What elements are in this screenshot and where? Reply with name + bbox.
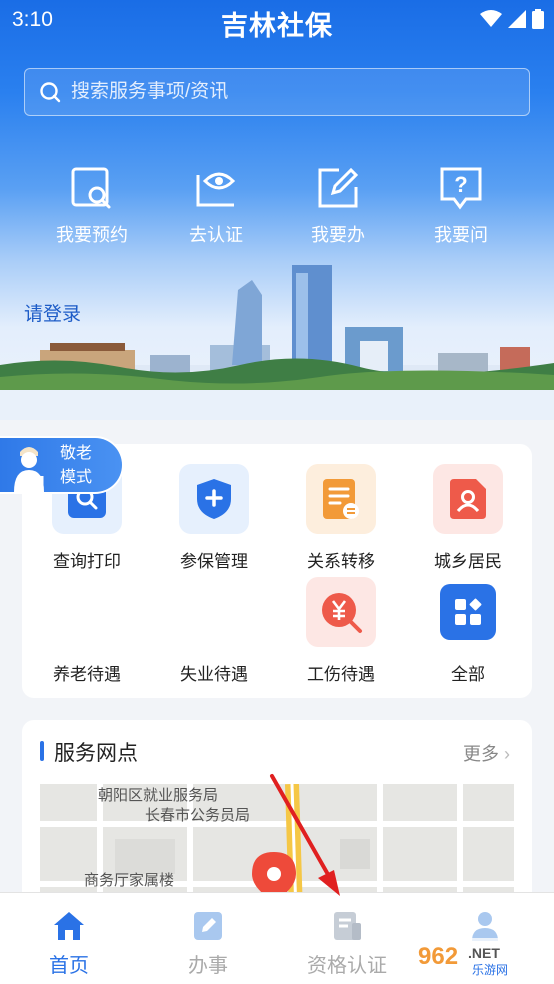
service-relation-transfer[interactable]: 关系转移 xyxy=(281,464,401,572)
service-label: 查询打印 xyxy=(53,552,121,571)
map-label: 长春市公务员局 xyxy=(145,807,251,824)
map-label: 朝阳区就业服务局 xyxy=(98,787,219,804)
quick-action-handle[interactable]: 我要办 xyxy=(278,165,398,247)
quick-action-ask[interactable]: ? 我要问 xyxy=(401,165,521,247)
quick-action-label: 去认证 xyxy=(189,225,243,245)
tab-home[interactable]: 首页 xyxy=(0,893,138,978)
service-points-card: 服务网点 更多 › 朝阳区就业服务局 长春市公务员局 商务厅家属楼 xyxy=(22,720,532,910)
home-icon xyxy=(54,912,84,940)
service-work-injury[interactable]: 工伤待遇 xyxy=(281,577,401,685)
quick-action-verify[interactable]: 去认证 xyxy=(156,165,276,247)
elder-mode-label-1: 敬老 xyxy=(60,445,93,462)
more-label: 更多 xyxy=(462,744,499,764)
service-label: 失业待遇 xyxy=(180,665,248,684)
elder-mode-toggle[interactable]: 敬老 模式 xyxy=(0,436,124,494)
search-calendar-icon xyxy=(71,167,111,209)
login-link[interactable]: 请登录 xyxy=(24,299,81,326)
app-title: 吉林社保 xyxy=(221,11,333,41)
svg-text:962: 962 xyxy=(418,943,458,970)
svg-text:.NET: .NET xyxy=(468,945,500,961)
service-insurance-manage[interactable]: 参保管理 xyxy=(154,464,274,572)
eye-id-icon xyxy=(196,172,236,207)
watermark-graphic: 962 .NET 乐游网 xyxy=(408,938,546,978)
svg-text:乐游网: 乐游网 xyxy=(472,963,508,977)
search-bar[interactable] xyxy=(24,68,530,116)
tab-business[interactable]: 办事 xyxy=(139,893,277,978)
service-points-title: 服务网点 xyxy=(54,742,138,765)
service-label: 城乡居民 xyxy=(434,552,502,571)
service-label: 全部 xyxy=(451,665,485,684)
service-label: 工伤待遇 xyxy=(307,665,375,684)
map-label: 商务厅家属楼 xyxy=(84,872,175,889)
document-card-icon xyxy=(334,912,361,940)
service-label: 关系转移 xyxy=(307,552,375,571)
yen-search-icon xyxy=(322,593,362,633)
service-urban-rural[interactable]: 城乡居民 xyxy=(408,464,528,572)
service-pension[interactable]: 养老待遇 xyxy=(27,577,147,685)
quick-action-label: 我要问 xyxy=(434,225,488,245)
watermark-logo: 962 .NET 乐游网 xyxy=(406,934,548,982)
elder-mode-label-2: 模式 xyxy=(60,469,93,486)
svg-text:?: ? xyxy=(454,172,467,197)
quick-action-appointment[interactable]: 我要预约 xyxy=(32,165,152,247)
grid-apps-icon xyxy=(455,598,482,625)
edit-icon xyxy=(318,167,359,208)
edit-pad-icon xyxy=(194,912,222,940)
service-label: 参保管理 xyxy=(180,552,248,571)
chevron-right-icon: › xyxy=(504,744,510,764)
service-unemployment[interactable]: 失业待遇 xyxy=(154,577,274,685)
city-skyline-illustration xyxy=(0,265,554,420)
more-link[interactable]: 更多 › xyxy=(463,740,510,766)
elderly-person-icon xyxy=(14,447,44,492)
tab-label: 资格认证 xyxy=(307,955,387,977)
quick-action-label: 我要预约 xyxy=(56,225,128,245)
tab-label: 首页 xyxy=(49,955,89,977)
service-all[interactable]: 全部 xyxy=(408,577,528,685)
service-label: 养老待遇 xyxy=(53,665,121,684)
search-icon xyxy=(40,82,61,103)
search-input[interactable] xyxy=(71,81,501,103)
quick-action-label: 我要办 xyxy=(311,225,365,245)
question-chat-icon: ? xyxy=(440,167,482,210)
document-transfer-icon xyxy=(323,479,359,519)
shield-plus-icon xyxy=(197,479,231,519)
hero-banner: 3:10 吉林社保 我要预约 去认证 xyxy=(0,0,554,420)
tab-label: 办事 xyxy=(188,955,228,977)
section-accent-bar xyxy=(40,741,44,761)
person-document-icon xyxy=(450,479,486,519)
tab-qualification[interactable]: 资格认证 xyxy=(278,893,416,978)
